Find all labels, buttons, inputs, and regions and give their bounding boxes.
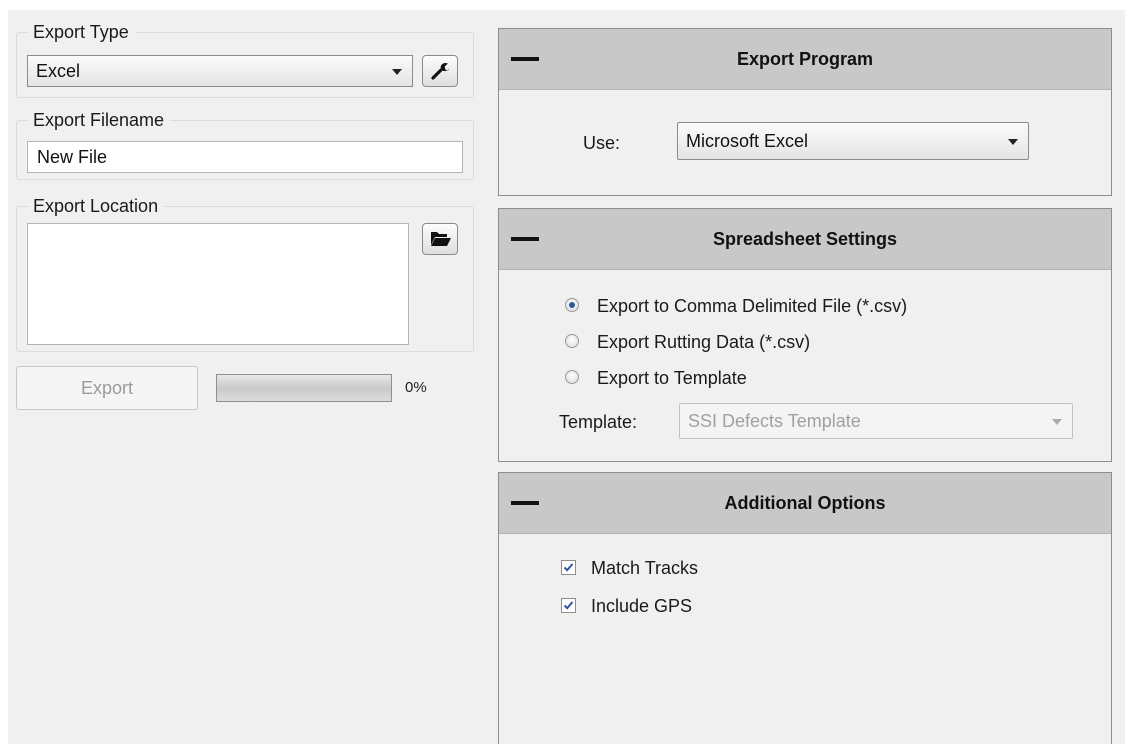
template-label: Template:: [559, 412, 638, 432]
export-program-panel: Export Program Use: Microsoft Excel: [498, 28, 1112, 196]
chevron-down-icon: [392, 69, 402, 75]
folder-open-icon: [431, 232, 451, 246]
radio-button[interactable]: [565, 370, 579, 384]
export-filename-label: Export Filename: [29, 109, 171, 131]
export-type-group: Export Type Excel: [16, 21, 474, 98]
export-type-dropdown[interactable]: Excel: [27, 55, 413, 87]
template-dropdown[interactable]: SSI Defects Template: [679, 403, 1073, 439]
panel-header[interactable]: Additional Options: [499, 473, 1111, 534]
export-location-group: Export Location: [16, 195, 474, 352]
export-type-settings-button[interactable]: [422, 55, 458, 87]
additional-options-panel: Additional Options Match Tracks Include …: [498, 472, 1112, 744]
panel-title: Export Program: [736, 49, 874, 69]
top-margin: [0, 0, 1125, 10]
checkbox[interactable]: [561, 598, 576, 613]
export-location-input[interactable]: [27, 223, 409, 345]
radio-button[interactable]: [565, 298, 579, 312]
template-value: SSI Defects Template: [688, 411, 861, 431]
left-margin: [0, 0, 8, 744]
chevron-down-icon: [1052, 419, 1062, 425]
export-location-label: Export Location: [29, 195, 165, 217]
use-label: Use:: [583, 133, 621, 153]
export-type-value: Excel: [36, 61, 81, 81]
export-progress-bar: [216, 374, 392, 402]
export-button[interactable]: Export: [16, 366, 198, 410]
export-program-value: Microsoft Excel: [686, 131, 809, 151]
export-type-label: Export Type: [29, 21, 135, 43]
export-filename-group: Export Filename New File: [16, 109, 474, 180]
export-program-dropdown[interactable]: Microsoft Excel: [677, 122, 1029, 160]
chevron-down-icon: [1008, 139, 1018, 145]
panel-title: Additional Options: [724, 493, 886, 513]
check-icon: [563, 601, 574, 610]
panel-header[interactable]: Spreadsheet Settings: [499, 209, 1111, 270]
radio-label: Export to Template: [597, 368, 747, 388]
export-dialog: Export Type Excel Export Filename New Fi…: [0, 0, 1125, 744]
checkbox-label: Include GPS: [591, 596, 693, 616]
browse-location-button[interactable]: [422, 223, 458, 255]
panel-title: Spreadsheet Settings: [712, 229, 898, 249]
checkbox-label: Match Tracks: [591, 558, 699, 578]
panel-header[interactable]: Export Program: [499, 29, 1111, 90]
wrench-icon: [431, 63, 450, 80]
export-filename-input[interactable]: New File: [27, 141, 463, 173]
check-icon: [563, 563, 574, 572]
radio-label: Export Rutting Data (*.csv): [597, 332, 811, 352]
checkbox[interactable]: [561, 560, 576, 575]
radio-button[interactable]: [565, 334, 579, 348]
radio-label: Export to Comma Delimited File (*.csv): [597, 296, 908, 316]
progress-percent: 0%: [405, 379, 427, 396]
spreadsheet-settings-panel: Spreadsheet Settings Export to Comma Del…: [498, 208, 1112, 462]
